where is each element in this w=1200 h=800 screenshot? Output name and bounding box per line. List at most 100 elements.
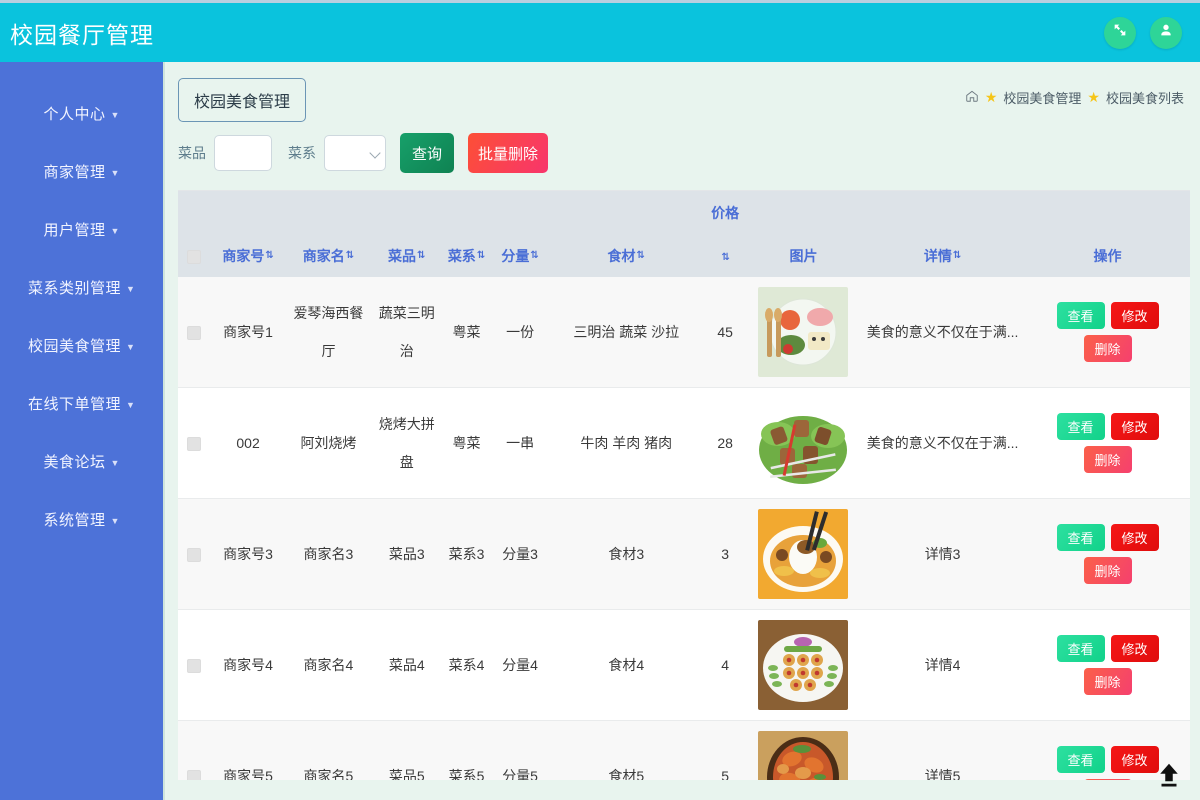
query-button[interactable]: 查询	[400, 133, 454, 173]
delete-button[interactable]: 删除	[1083, 779, 1132, 780]
braised-chicken-pot-photo[interactable]	[758, 731, 849, 780]
dim-sum-platter-photo[interactable]	[758, 620, 849, 710]
sort-icon[interactable]: ⇅	[265, 250, 273, 260]
noodle-bowl-photo[interactable]	[758, 509, 849, 599]
column-header-dish[interactable]: 菜品 ⇅	[371, 235, 442, 277]
sort-icon[interactable]: ⇅	[477, 250, 485, 260]
cell-ingredient: 食材3	[608, 546, 645, 562]
group-header-price: 价格	[703, 191, 747, 235]
cell-cuisine: 粤菜	[452, 435, 481, 451]
view-button[interactable]: 查看	[1056, 746, 1105, 773]
sidebar-item-system-management[interactable]: 系统管理 ▼	[0, 490, 163, 548]
row-select-cell[interactable]	[178, 499, 211, 610]
sidebar-item-campus-food-management[interactable]: 校园美食管理 ▼	[0, 316, 163, 374]
view-button[interactable]: 查看	[1056, 302, 1105, 329]
edit-button[interactable]: 修改	[1110, 635, 1159, 662]
row-checkbox[interactable]	[187, 548, 202, 563]
cell-portion: 一串	[506, 435, 535, 451]
panel-header: 校园美食管理 ★ 校园美食管理 ★ 校园美食列表	[167, 62, 1200, 122]
breadcrumb-item-campus-food-list[interactable]: 校园美食列表	[1106, 88, 1184, 107]
row-checkbox[interactable]	[187, 659, 202, 674]
row-checkbox[interactable]	[187, 770, 202, 780]
sidebar-item-user-management[interactable]: 用户管理 ▼	[0, 200, 163, 258]
row-checkbox[interactable]	[187, 326, 202, 341]
row-select-cell[interactable]	[178, 721, 211, 780]
bbq-skewers-photo[interactable]	[758, 398, 849, 488]
cell-image[interactable]	[747, 721, 860, 780]
column-header-shop-no[interactable]: 商家号 ⇅	[210, 235, 286, 277]
cell-shop-no: 商家号4	[223, 657, 273, 673]
edit-button[interactable]: 修改	[1110, 524, 1159, 551]
view-button[interactable]: 查看	[1056, 413, 1105, 440]
cell-shop-name: 商家名3	[303, 546, 354, 562]
dish-search-input[interactable]	[214, 135, 272, 171]
cell-image[interactable]	[747, 499, 860, 610]
sort-icon[interactable]: ⇅	[530, 250, 538, 260]
breadcrumb-item-campus-food-management[interactable]: 校园美食管理	[1003, 88, 1081, 107]
salad-plate-photo[interactable]	[758, 287, 849, 377]
table-row[interactable]: 商家号4 商家名4 菜品4 菜系4 分量4 食材4 4 详情4 查看 修改 删除	[178, 609, 1190, 721]
column-header-price[interactable]: ⇅	[703, 235, 747, 277]
cell-image[interactable]	[747, 277, 860, 388]
table-header: 价格 商家号 ⇅ 商家名 ⇅ 菜品 ⇅ 菜系 ⇅ 分量 ⇅ 食材 ⇅ ⇅ 图片 详情 ⇅ 操作	[178, 191, 1190, 277]
cell-shop-name: 商家名5	[303, 768, 354, 780]
delete-button[interactable]: 删除	[1083, 446, 1132, 473]
table-row[interactable]: 商家号3 商家名3 菜品3 菜系3 分量3 食材3 3 详情3 查看 修改 删除	[178, 498, 1190, 610]
column-label: 菜品	[388, 248, 417, 264]
cell-price: 5	[721, 768, 730, 780]
food-table-container[interactable]: 价格 商家号 ⇅ 商家名 ⇅ 菜品 ⇅ 菜系 ⇅ 分量 ⇅ 食材 ⇅ ⇅ 图片 详情 ⇅ 操作	[178, 190, 1190, 780]
cell-price: 45	[717, 324, 733, 340]
cell-operations: 查看 修改 删除	[1025, 277, 1190, 388]
sort-icon[interactable]: ⇅	[346, 250, 354, 260]
cell-portion: 分量5	[502, 768, 538, 780]
cell-price: 28	[717, 435, 733, 451]
column-header-shop-name[interactable]: 商家名 ⇅	[285, 235, 372, 277]
fullscreen-button[interactable]	[1104, 16, 1136, 49]
sidebar-item-online-order-management[interactable]: 在线下单管理 ▼	[0, 374, 163, 432]
delete-button[interactable]: 删除	[1083, 557, 1132, 584]
view-button[interactable]: 查看	[1056, 635, 1105, 662]
edit-button[interactable]: 修改	[1110, 413, 1159, 440]
arrow-up-icon	[1154, 760, 1184, 795]
sidebar-item-food-forum[interactable]: 美食论坛 ▼	[0, 432, 163, 490]
sidebar-item-label: 系统管理	[43, 511, 106, 529]
delete-button[interactable]: 删除	[1083, 335, 1132, 362]
batch-delete-button[interactable]: 批量删除	[468, 133, 548, 173]
column-header-cuisine[interactable]: 菜系 ⇅	[441, 235, 492, 277]
cell-ingredient: 三明治 蔬菜 沙拉	[573, 324, 680, 340]
row-select-cell[interactable]	[178, 610, 211, 721]
column-header-portion[interactable]: 分量 ⇅	[491, 235, 549, 277]
table-row[interactable]: 002 阿刘烧烤 烧烤大拼盘 粤菜 一串 牛肉 羊肉 猪肉 28 美食的意义不仅…	[178, 387, 1190, 499]
select-all-header[interactable]	[178, 235, 211, 277]
row-select-cell[interactable]	[178, 277, 211, 388]
home-icon[interactable]	[965, 89, 979, 106]
row-checkbox[interactable]	[187, 437, 202, 452]
column-header-ingredient[interactable]: 食材 ⇅	[548, 235, 704, 277]
cuisine-select[interactable]	[324, 135, 386, 171]
sort-icon[interactable]: ⇅	[417, 250, 425, 260]
select-all-checkbox[interactable]	[187, 250, 202, 265]
table-row[interactable]: 商家号1 爱琴海西餐厅 蔬菜三明治 粤菜 一份 三明治 蔬菜 沙拉 45 美食的…	[178, 277, 1190, 388]
table-row[interactable]: 商家号5 商家名5 菜品5 菜系5 分量5 食材5 5 详情5 查看 修改	[178, 720, 1190, 780]
sort-icon[interactable]: ⇅	[637, 250, 645, 260]
sidebar-item-cuisine-category-management[interactable]: 菜系类别管理 ▼	[0, 258, 163, 316]
fullscreen-icon	[1112, 22, 1128, 43]
cell-dish: 菜品5	[388, 768, 425, 780]
user-button[interactable]	[1150, 16, 1182, 49]
column-header-detail[interactable]: 详情 ⇅	[860, 235, 1026, 277]
delete-button[interactable]: 删除	[1083, 668, 1132, 695]
column-label: 菜系	[447, 248, 476, 264]
scroll-to-top-button[interactable]	[1148, 756, 1190, 798]
sort-icon[interactable]: ⇅	[721, 253, 729, 263]
sidebar-item-personal-center[interactable]: 个人中心 ▼	[0, 84, 163, 142]
sidebar-item-merchant-management[interactable]: 商家管理 ▼	[0, 142, 163, 200]
cell-cuisine: 粤菜	[452, 324, 481, 340]
cell-image[interactable]	[747, 388, 860, 499]
panel-tab-campus-food-management[interactable]: 校园美食管理	[178, 78, 307, 122]
view-button[interactable]: 查看	[1056, 524, 1105, 551]
delete-row-wrapper: 删除	[1027, 446, 1188, 473]
edit-button[interactable]: 修改	[1110, 302, 1159, 329]
sort-icon[interactable]: ⇅	[953, 250, 961, 260]
row-select-cell[interactable]	[178, 388, 211, 499]
cell-image[interactable]	[747, 610, 860, 721]
